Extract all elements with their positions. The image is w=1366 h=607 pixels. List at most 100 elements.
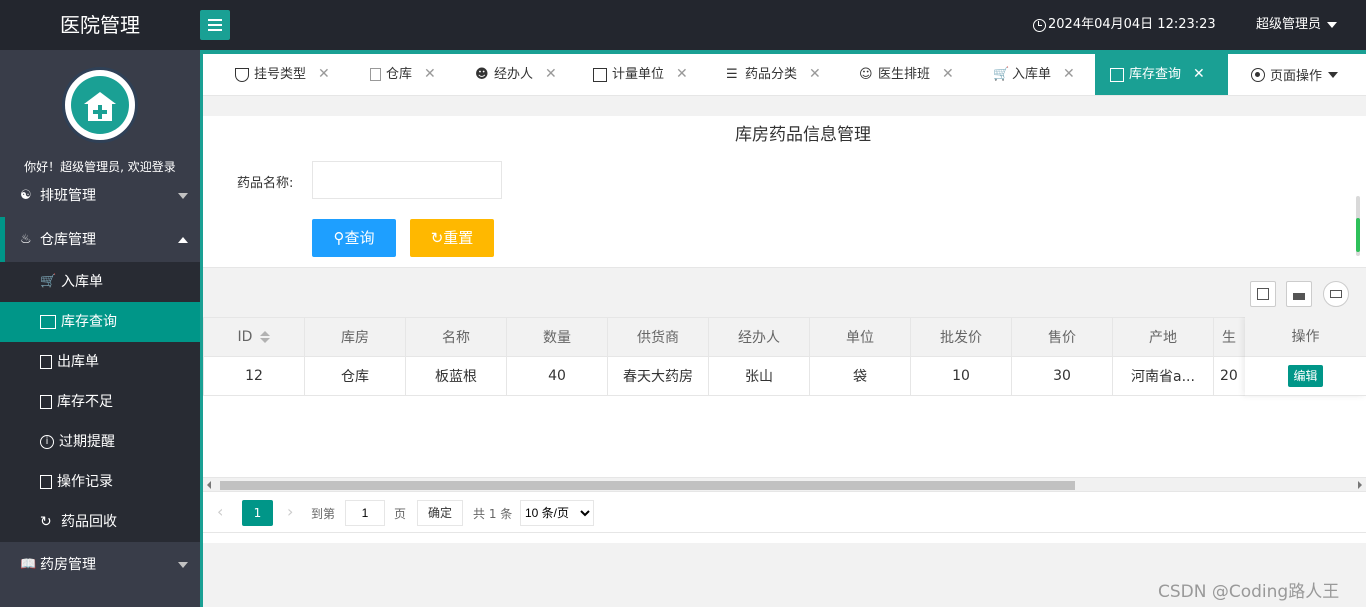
nav-group-label: 排班管理 [40,188,96,204]
goto-page-input[interactable] [345,500,385,526]
tab-units[interactable]: 计量单位 ✕ [593,54,688,95]
tab-registration-type[interactable]: 挂号类型 ✕ [235,54,330,95]
print-icon [1330,290,1342,298]
edit-button[interactable]: 编辑 [1288,365,1323,387]
column-header: 名称 [405,317,507,357]
target-icon [1251,67,1265,82]
sidebar-item-expiry-alert[interactable]: i 过期提醒 [0,422,200,462]
page-operations-menu[interactable]: 页面操作 [1251,54,1339,95]
scrollbar-thumb[interactable] [220,481,1075,490]
tab-stock-query[interactable]: 库存查询 ✕ [1095,54,1228,95]
table-cell: 仓库 [304,356,406,396]
tab-handler[interactable]: ☻ 经办人 ✕ [475,54,557,95]
sort-icon[interactable] [260,331,271,343]
sidebar-item-stock-out[interactable]: 出库单 [0,342,200,382]
user-menu[interactable]: 超级管理员 [1256,0,1338,50]
table-cell: 袋 [809,356,911,396]
table-cell: 春天大药房 [607,356,709,396]
sidebar-item-stock-query[interactable]: 库存查询 [0,302,200,342]
sidebar-item-operation-log[interactable]: 操作记录 [0,462,200,502]
column-header: 产地 [1112,317,1214,357]
edit-icon [40,395,52,409]
horizontal-scrollbar[interactable] [203,477,1366,491]
calendar-icon [1110,67,1124,82]
reset-button[interactable]: ↻重置 [410,219,494,257]
tab-doctor-schedule[interactable]: ☺ 医生排班 ✕ [859,54,954,95]
users-icon: ☯ [20,188,32,203]
export-button[interactable] [1286,281,1312,307]
table-header-row: ID 库房 名称 数量 供货商 经办人 单位 批发价 售价 产地 生 [203,317,1254,357]
chevron-left-icon[interactable]: ‹ [217,502,223,521]
close-icon[interactable]: ✕ [318,54,330,95]
close-icon[interactable]: ✕ [545,54,557,95]
sidebar-item-stock-in[interactable]: 🛒 入库单 [0,262,200,302]
column-header: 批发价 [910,317,1012,357]
chevron-up-icon [178,237,188,243]
clock-icon [1033,18,1046,32]
sidebar-item-label: 库存不足 [57,394,113,410]
menu-toggle-button[interactable] [200,10,230,40]
current-page-button[interactable]: 1 [242,500,273,526]
table-cell: 张山 [708,356,810,396]
close-icon[interactable]: ✕ [1063,54,1075,95]
cart-icon: 🛒 [993,66,1010,82]
close-icon[interactable]: ✕ [942,54,954,95]
columns-filter-button[interactable] [1250,281,1276,307]
content-area: 库房药品信息管理 药品名称: ⚲查询 ↻重置 ID 库房 名称 数量 供货商 经… [203,96,1366,607]
close-icon[interactable]: ✕ [1193,54,1205,95]
sidebar: 你好！超级管理员, 欢迎登录 ☯ 排班管理 ♨ 仓库管理 🛒 入库单 库存查询 … [0,50,200,607]
sidebar-item-label: 药品回收 [61,514,117,530]
tab-label: 入库单 [1012,67,1052,82]
watermark: CSDN @Coding路人王 [1158,582,1340,602]
tab-drug-category[interactable]: ☰ 药品分类 ✕ [726,54,821,95]
caret-down-icon [1328,71,1339,78]
nav-group-warehouse[interactable]: ♨ 仓库管理 [0,220,200,260]
close-icon[interactable]: ✕ [424,54,436,95]
page-title: 库房药品信息管理 [735,125,871,145]
reset-button-label: 重置 [443,229,474,247]
table-row[interactable]: 12 仓库 板蓝根 40 春天大药房 张山 袋 10 30 河南省a... 20 [203,356,1254,396]
column-header: 库房 [304,317,406,357]
tab-label: 计量单位 [612,67,665,82]
book-icon: 📖 [20,557,37,572]
inventory-panel: 库房药品信息管理 药品名称: ⚲查询 ↻重置 ID 库房 名称 数量 供货商 经… [203,116,1366,543]
close-icon[interactable]: ✕ [809,54,821,95]
tab-label: 医生排班 [878,67,931,82]
table-cell: 10 [910,356,1012,396]
print-button[interactable] [1323,281,1349,307]
avatar [62,67,138,143]
user-icon: ☻ [475,66,489,82]
table-cell: 河南省a... [1112,356,1214,396]
pagination: ‹ 1 › 到第 页 确定 共 1 条 10 条/页 [203,491,1366,533]
chevron-down-icon [178,562,188,568]
drug-name-input[interactable] [312,161,502,199]
confirm-button[interactable]: 确定 [417,500,463,526]
page-size-select[interactable]: 10 条/页 [520,500,594,526]
column-header: 售价 [1011,317,1113,357]
page-unit-label: 页 [394,507,407,521]
scroll-left-icon[interactable] [207,481,211,489]
chevron-right-icon[interactable]: › [287,502,293,521]
column-header-id[interactable]: ID [203,317,305,357]
nav-group-schedule[interactable]: ☯ 排班管理 [0,176,200,216]
page-operations-label: 页面操作 [1270,69,1323,84]
action-column-header: 操作 [1245,317,1366,357]
edit-icon [40,475,52,489]
total-count: 共 1 条 [473,507,513,521]
grid-icon [1257,288,1269,300]
table-cell: 板蓝根 [405,356,507,396]
nav-group-pharmacy[interactable]: 📖 药房管理 [0,545,200,585]
sidebar-item-low-stock[interactable]: 库存不足 [0,382,200,422]
tab-stock-in[interactable]: 🛒 入库单 ✕ [993,54,1075,95]
close-icon[interactable]: ✕ [676,54,688,95]
welcome-text: 你好！超级管理员, 欢迎登录 [24,160,176,174]
scroll-right-icon[interactable] [1358,481,1362,489]
tab-warehouse[interactable]: 仓库 ✕ [370,54,436,95]
info-icon: i [40,435,54,449]
vertical-scrollbar[interactable] [1354,196,1362,256]
sidebar-item-label: 库存查询 [61,314,117,330]
scrollbar-thumb[interactable] [1356,218,1360,252]
sidebar-item-drug-recycle[interactable]: ↻ 药品回收 [0,502,200,542]
datetime-text: 2024年04月04日 12:23:23 [1048,17,1216,32]
search-button[interactable]: ⚲查询 [312,219,396,257]
